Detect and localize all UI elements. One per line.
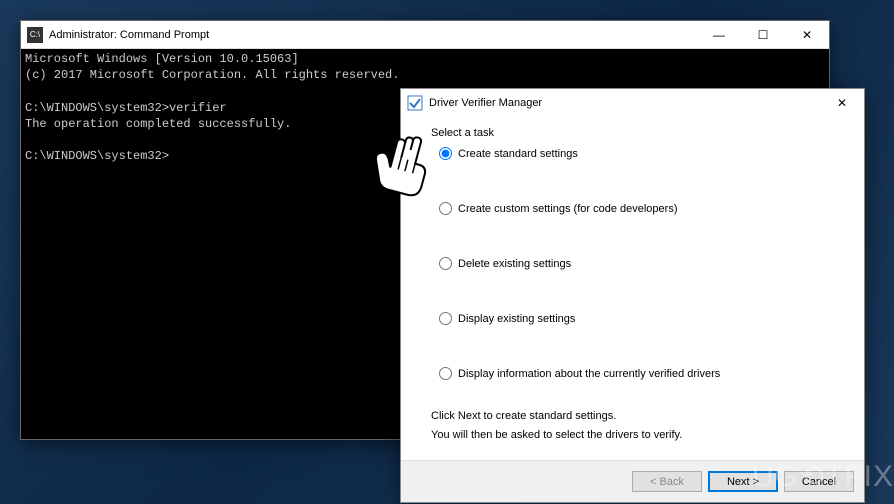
cmd-window-controls: — ☐ ✕ [697, 21, 829, 49]
radio-delete-settings[interactable]: Delete existing settings [439, 257, 834, 270]
back-button[interactable]: < Back [632, 471, 702, 492]
radio-input-display[interactable] [439, 312, 452, 325]
hint-text: Click Next to create standard settings. … [431, 407, 834, 444]
radio-label: Delete existing settings [458, 258, 571, 270]
verifier-title: Driver Verifier Manager [429, 97, 820, 109]
radio-label: Display existing settings [458, 313, 575, 325]
next-button[interactable]: Next > [708, 471, 778, 492]
radio-label: Display information about the currently … [458, 368, 720, 380]
radio-input-delete[interactable] [439, 257, 452, 270]
close-button[interactable]: ✕ [820, 89, 864, 117]
radio-input-info[interactable] [439, 367, 452, 380]
verifier-titlebar[interactable]: Driver Verifier Manager ✕ [401, 89, 864, 117]
cmd-title: Administrator: Command Prompt [49, 29, 697, 41]
cancel-button[interactable]: Cancel [784, 471, 854, 492]
task-label: Select a task [431, 127, 834, 139]
radio-display-info[interactable]: Display information about the currently … [439, 367, 834, 380]
cmd-icon: C:\ [27, 27, 43, 43]
radio-input-standard[interactable] [439, 147, 452, 160]
hint-line-2: You will then be asked to select the dri… [431, 426, 834, 445]
verifier-window-controls: ✕ [820, 89, 864, 117]
verifier-footer: < Back Next > Cancel [401, 460, 864, 502]
close-button[interactable]: ✕ [785, 21, 829, 49]
radio-input-custom[interactable] [439, 202, 452, 215]
verifier-body: Select a task Create standard settings C… [401, 117, 864, 460]
radio-create-standard[interactable]: Create standard settings [439, 147, 834, 160]
hint-line-1: Click Next to create standard settings. [431, 407, 834, 426]
radio-label: Create standard settings [458, 148, 578, 160]
cmd-titlebar[interactable]: C:\ Administrator: Command Prompt — ☐ ✕ [21, 21, 829, 49]
radio-display-settings[interactable]: Display existing settings [439, 312, 834, 325]
radio-label: Create custom settings (for code develop… [458, 203, 678, 215]
radio-create-custom[interactable]: Create custom settings (for code develop… [439, 202, 834, 215]
minimize-button[interactable]: — [697, 21, 741, 49]
maximize-button[interactable]: ☐ [741, 21, 785, 49]
verifier-app-icon [407, 95, 423, 111]
driver-verifier-dialog: Driver Verifier Manager ✕ Select a task … [400, 88, 865, 503]
task-radio-group: Create standard settings Create custom s… [439, 147, 834, 380]
